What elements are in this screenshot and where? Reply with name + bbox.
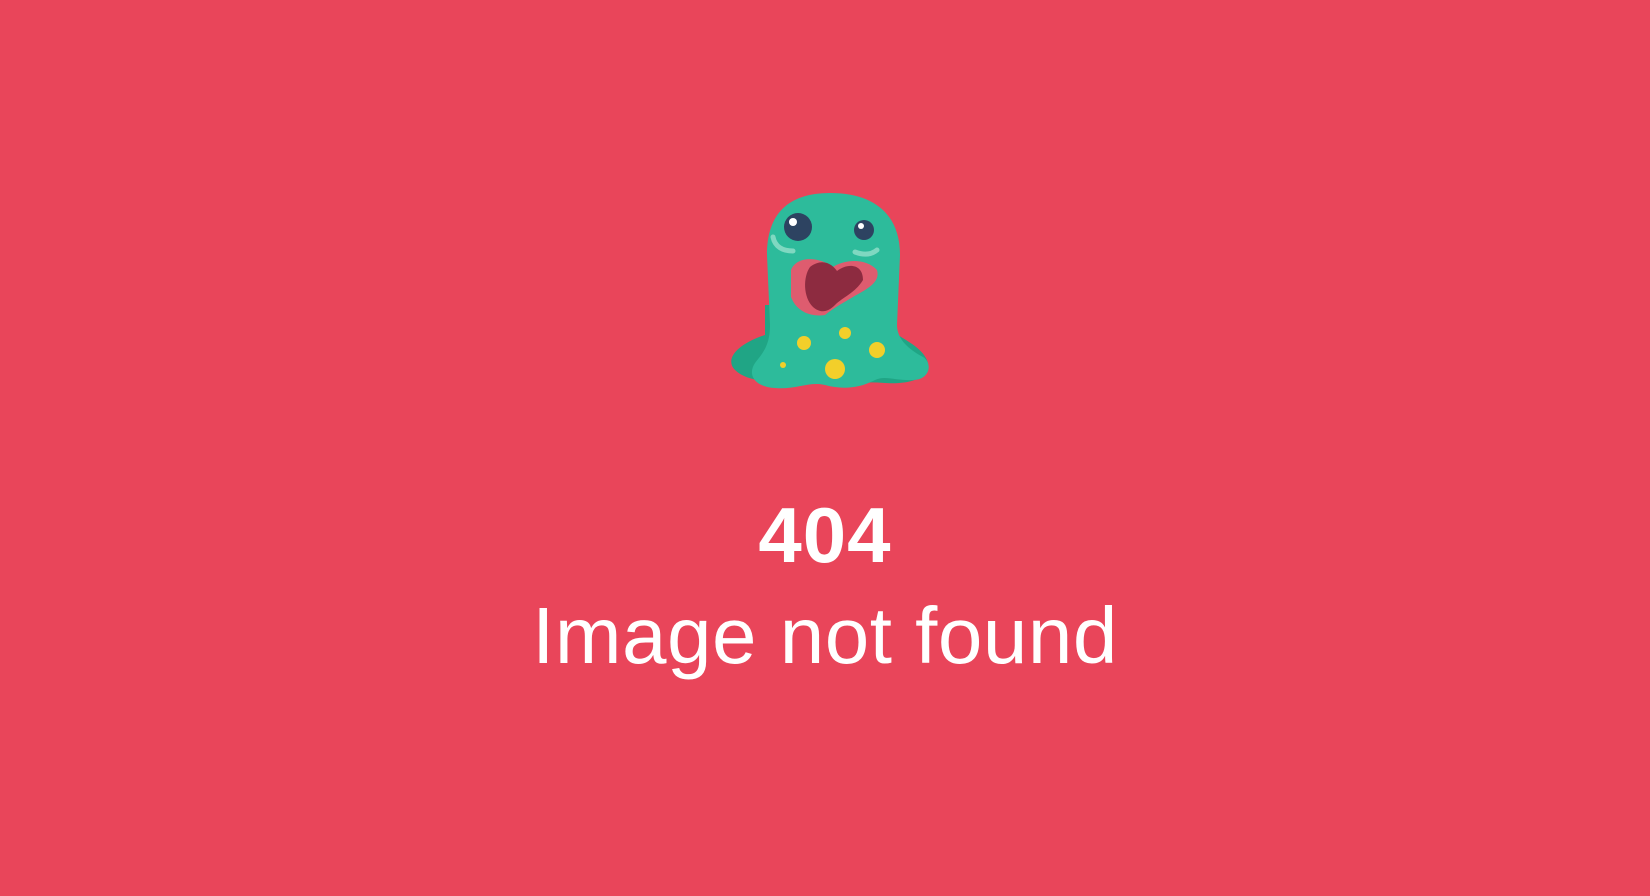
error-code: 404 (758, 491, 892, 579)
slime-monster-icon (725, 185, 935, 397)
error-page: 404 Image not found (0, 0, 1650, 896)
error-message: Image not found (532, 591, 1118, 680)
